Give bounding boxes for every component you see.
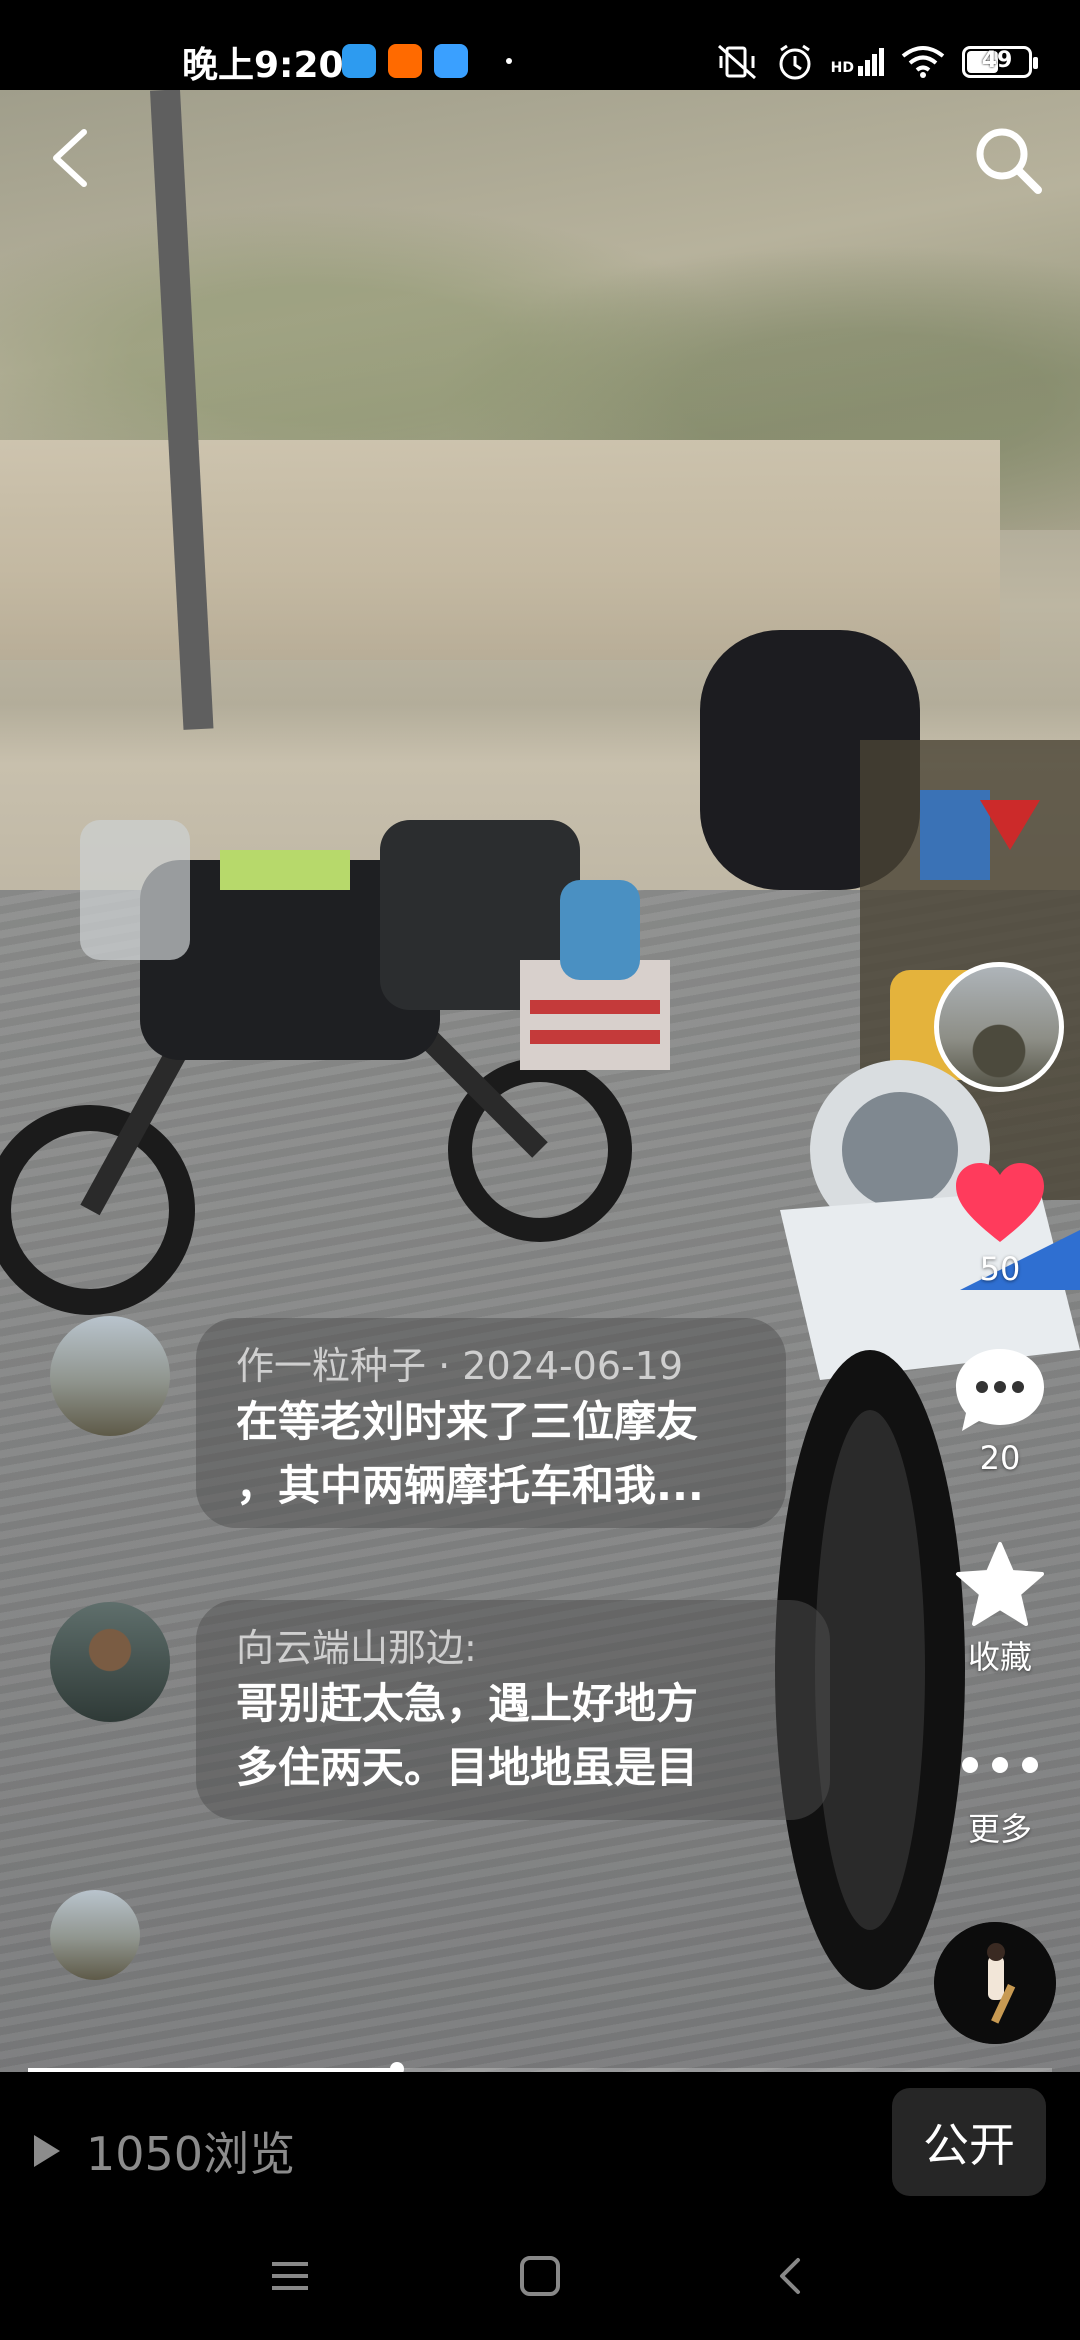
more-label: 更多 [967, 1810, 1032, 1848]
play-icon [34, 2135, 60, 2167]
system-nav-bar [0, 2216, 1080, 2340]
comment-text: 在等老刘时来了三位摩友 ，其中两辆摩托车和我... [236, 1397, 704, 1510]
alarm-icon [779, 44, 811, 80]
notification-icons [342, 44, 468, 78]
home-icon[interactable] [518, 2256, 562, 2296]
back-arrow-icon[interactable] [38, 118, 98, 198]
bottom-info-bar: 1050浏览 公开 [0, 2072, 1080, 2216]
more-button[interactable]: 更多 [944, 1750, 1056, 1850]
comment-text: 哥别赶太急，遇上好地方 多住两天。目地地虽是目 [236, 1679, 699, 1792]
menu-icon[interactable] [268, 2256, 312, 2296]
signal-icon: HD [831, 48, 884, 76]
status-time: 晚上9:20 [182, 45, 344, 86]
comment-bubble[interactable]: 向云端山那边: 哥别赶太急，遇上好地方 多住两天。目地地虽是目 [196, 1600, 830, 1820]
comment-meta: 作一粒种子 · 2024-06-19 [236, 1342, 750, 1390]
search-icon[interactable] [968, 120, 1048, 200]
status-right-icons: HD 49 [715, 42, 1038, 82]
heart-icon [956, 1163, 1044, 1242]
battery-icon: 49 [962, 46, 1038, 78]
view-count-text: 1050浏览 [86, 2127, 296, 2181]
back-nav-icon[interactable] [770, 2256, 810, 2296]
commenter-avatar[interactable] [50, 1890, 140, 1980]
app-notification-icon [342, 44, 376, 78]
comment-author: 向云端山那边: [236, 1626, 477, 1670]
music-disc-art [934, 1922, 1056, 2044]
more-notifications-dot [506, 58, 512, 64]
favorite-label: 收藏 [967, 1638, 1032, 1676]
view-count: 1050浏览 [30, 2118, 295, 2184]
weather-app-icon [434, 44, 468, 78]
wifi-icon [901, 46, 945, 78]
network-type-label: HD [830, 60, 854, 76]
meta-separator: · [426, 1344, 463, 1388]
comment-button[interactable]: 20 [944, 1345, 1056, 1477]
commenter-avatar[interactable] [50, 1316, 170, 1436]
favorite-button[interactable]: 收藏 [944, 1540, 1056, 1678]
music-disc-icon[interactable] [934, 1922, 1056, 2044]
star-icon [956, 1542, 1044, 1626]
visibility-button[interactable]: 公开 [892, 2088, 1046, 2196]
comment-date: 2024-06-19 [462, 1344, 684, 1388]
battery-percent: 49 [981, 48, 1013, 73]
comment-bubble-icon [956, 1349, 1044, 1431]
like-count: 50 [979, 1250, 1021, 1288]
motorcycle-left-graphic [0, 820, 670, 1315]
status-bar: 晚上9:20 HD 49 [0, 0, 1080, 90]
comment-count: 20 [979, 1439, 1021, 1477]
comment-bubble[interactable]: 作一粒种子 · 2024-06-19 在等老刘时来了三位摩友 ，其中两辆摩托车和… [196, 1318, 786, 1528]
commenter-avatar[interactable] [50, 1602, 170, 1722]
more-dots-icon [962, 1757, 1038, 1773]
mute-vibrate-icon [717, 44, 756, 80]
mi-app-icon [388, 44, 422, 78]
author-avatar[interactable] [934, 962, 1064, 1092]
comment-author: 作一粒种子 [236, 1344, 427, 1388]
like-button[interactable]: 50 [944, 1160, 1056, 1288]
